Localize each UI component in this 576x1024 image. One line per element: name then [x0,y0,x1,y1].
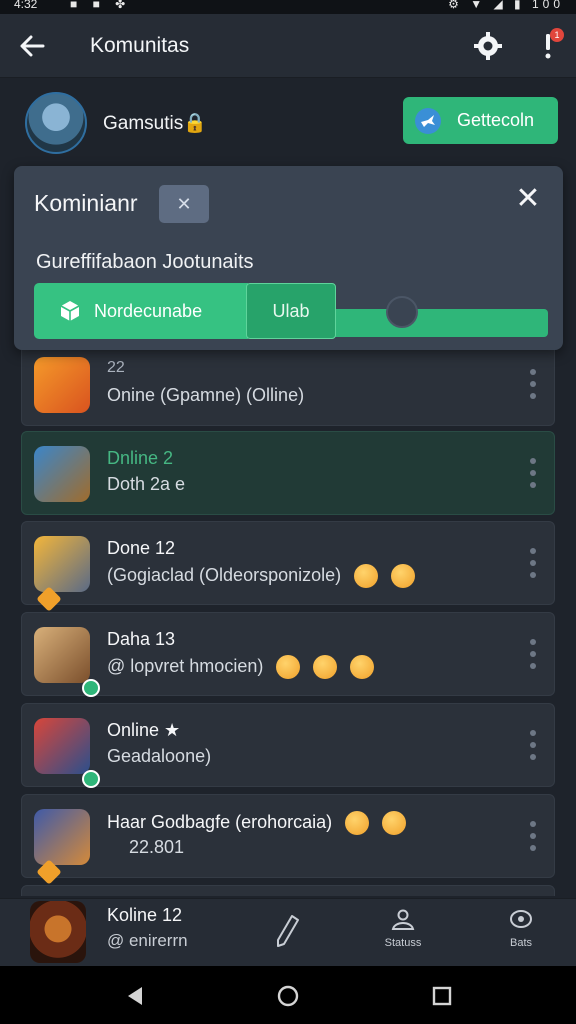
status-system-icons: ⚙ ▼ ◢ ▮ 100 [448,0,564,11]
emoji-icon [382,811,407,835]
panel-title: Kominianr [34,190,138,216]
app-bar: Komunitas 1 [0,14,576,78]
item-subtitle: @ lopvret hmocien) [107,655,375,679]
avatar [34,627,100,697]
avatar [34,718,100,788]
emoji-icon [350,655,375,679]
item-title: Haar Godbagfe (erohorcaia) [107,811,407,835]
item-subtitle: Geadaloone) [107,746,212,766]
crown-icon [36,586,62,612]
nav-other-label: Bats [509,937,532,949]
nav-status-label: Statuss [384,937,422,949]
recents-square-icon[interactable] [431,985,453,1007]
list-item[interactable]: Done 12 (Gogiaclad (Oldeorsponizole) [21,521,555,612]
nav-other[interactable]: Bats [491,907,551,961]
item-subtitle-text: @ lopvret hmocien) [107,655,264,676]
list-item[interactable]: Dnline 2 Doth 2a e [21,431,555,515]
status-bar: 4:32 ■ ■ ✤ ⚙ ▼ ◢ ▮ 100 [0,0,576,14]
item-title: 22 [107,359,125,376]
verified-icon [82,679,100,697]
notification-button[interactable]: 1 [530,28,566,64]
arrow-left-icon [20,35,45,57]
home-circle-icon[interactable] [277,985,299,1007]
panel-chip-button[interactable]: ✕ [159,185,209,223]
item-title-text: Haar Godbagfe (erohorcaia) [107,811,333,832]
avatar[interactable] [25,92,87,154]
bird-icon [415,107,441,134]
list-item[interactable] [21,885,555,896]
bottom-nav: Koline 12 @ enirerrn Statuss Bats [0,898,576,966]
panel-subtitle: Gureffifabaon Jootunaits [36,251,254,273]
list-item[interactable]: 22 Onine (Gpamne) (Olline) [21,346,555,426]
get-coin-label: Gettecoln [457,110,535,130]
notification-badge: 1 [550,28,564,42]
list-item[interactable]: Haar Godbagfe (erohorcaia) 22.801 [21,794,555,885]
segment-secondary-button[interactable]: Ulab [246,283,336,339]
member-list[interactable]: 22 Onine (Gpamne) (Olline) Dnline 2 Doth… [14,346,563,896]
avatar [34,809,90,885]
more-vert-icon[interactable] [528,730,538,760]
emoji-icon [313,655,338,679]
more-vert-icon[interactable] [528,548,538,578]
emoji-icon [345,811,370,835]
avatar[interactable] [30,901,86,963]
people-icon [391,909,415,930]
item-subtitle: Onine (Gpamne) (Olline) [107,385,305,405]
bottom-user-name: Koline 12 [107,905,183,925]
item-subtitle: (Gogiaclad (Oldeorsponizole) [107,564,416,588]
item-title: Daha 13 [107,629,176,649]
verified-icon [82,770,100,788]
avatar [34,536,90,612]
emoji-icon [354,564,379,588]
item-subtitle-text: (Gogiaclad (Oldeorsponizole) [107,564,342,585]
emoji-icon [276,655,301,679]
close-button[interactable]: ✕ [513,184,543,214]
game-icon [34,357,90,413]
more-vert-icon[interactable] [528,458,538,488]
more-vert-icon[interactable] [528,369,538,399]
more-vert-icon[interactable] [528,821,538,851]
back-button[interactable] [14,30,50,62]
item-title: Done 12 [107,538,176,558]
pencil-icon [277,915,299,947]
emoji-icon [391,564,416,588]
crown-icon [36,859,62,885]
community-panel: Kominianr ✕ ✕ Gureffifabaon Jootunaits N… [14,166,563,350]
cube-icon [60,301,80,321]
settings-button[interactable] [470,28,506,64]
segment-primary-label: Nordecunabe [94,300,203,321]
list-item[interactable]: Online ★ Geadaloone) [21,703,555,788]
item-title: Dnline 2 [107,448,174,468]
bottom-user-handle: @ enirerrn [107,931,188,950]
gear-icon [474,32,502,60]
nav-status[interactable]: Statuss [373,907,433,961]
game-icon [34,446,90,502]
slider-handle[interactable] [386,296,418,328]
edit-button[interactable] [272,911,304,951]
profile-name: Gamsutis🔒 [103,113,207,134]
profile-row: Gamsutis🔒 Gettecoln [0,90,576,154]
list-item[interactable]: Daha 13 @ lopvret hmocien) [21,612,555,697]
segment-primary-button[interactable]: Nordecunabe [34,283,248,339]
item-title: Online ★ [107,720,181,740]
chat-icon [510,910,532,928]
more-vert-icon[interactable] [528,639,538,669]
get-coin-button[interactable]: Gettecoln [403,97,558,144]
status-notification-icons: ■ ■ ✤ [70,0,132,11]
page-title: Komunitas [90,34,190,57]
item-subtitle: Doth 2a e [107,474,186,494]
back-triangle-icon[interactable] [124,985,146,1007]
status-time: 4:32 [14,0,38,11]
item-subtitle: 22.801 [129,837,185,857]
system-nav-bar [0,966,576,1024]
